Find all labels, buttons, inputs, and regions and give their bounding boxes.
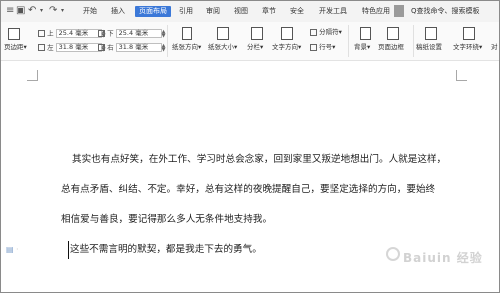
- collapse-indicator: [394, 5, 404, 17]
- search-command[interactable]: Q查找命令、搜索模板: [411, 5, 480, 17]
- separator-button[interactable]: 分隔符▾: [310, 28, 342, 37]
- background-icon[interactable]: [360, 27, 371, 40]
- orientation-icon[interactable]: [182, 27, 192, 40]
- paragraph-line-2[interactable]: 总有点矛盾、纠结、不定。幸好，总有这样的夜晚提醒自己，要坚定选择的方向，要始终: [61, 183, 435, 197]
- top-margin-input[interactable]: 25.4 毫米: [55, 29, 102, 38]
- bottom-margin-icon: [98, 30, 105, 37]
- margin-corner-top-left: [27, 70, 38, 81]
- bottom-margin-input[interactable]: 25.4 毫米: [115, 29, 162, 38]
- watermark-logo: [386, 247, 400, 261]
- top-margin-icon: [38, 30, 45, 37]
- undo-icon[interactable]: ↶: [28, 5, 36, 17]
- columns-icon[interactable]: [251, 27, 263, 40]
- tab-references[interactable]: 引用: [179, 5, 193, 17]
- draft-paper-button[interactable]: 稿纸设置: [416, 43, 442, 52]
- right-margin-input[interactable]: 31.8 毫米: [115, 43, 162, 52]
- ribbon-separator: [348, 25, 349, 57]
- columns-button[interactable]: 分栏▾: [247, 43, 263, 52]
- redo-icon[interactable]: ↷: [49, 5, 57, 17]
- right-margin-icon: [98, 44, 105, 51]
- paragraph-dots-icon: ·: [16, 245, 19, 254]
- tab-page-layout[interactable]: 页面布局: [135, 6, 171, 17]
- paragraph-line-1[interactable]: 其实也有点好笑，在外工作、学习时总会念家，回到家里又叛逆地想出门。人就是这样，: [72, 153, 446, 167]
- more-dropdown-icon[interactable]: ▾: [61, 5, 64, 17]
- page-border-button[interactable]: 页面边框: [378, 43, 404, 52]
- text-direction-button[interactable]: 文字方向▾: [272, 43, 301, 52]
- paper-size-button[interactable]: 纸张大小▾: [208, 43, 237, 52]
- paper-size-icon[interactable]: [217, 27, 229, 40]
- left-margin-input[interactable]: 31.8 毫米: [55, 43, 102, 52]
- paragraph-line-4[interactable]: 这些不需言明的默契，都是我走下去的勇气。: [70, 243, 262, 257]
- dropdown-icon[interactable]: ▾: [40, 5, 43, 17]
- line-number-button[interactable]: 行号▾: [310, 43, 335, 52]
- tab-view[interactable]: 视图: [234, 5, 248, 17]
- ribbon: 页边距▾ 上 25.4 毫米 ▲ ▼ 左 31.8 毫米 ▲ ▼ 下 25.4 毫米 ▲ ▼…: [1, 22, 499, 61]
- menu-icon[interactable]: ≡: [6, 5, 14, 17]
- tab-security[interactable]: 安全: [290, 5, 304, 17]
- window: ≡ ▣ ↶ ▾ ↷ ▾ 开始 插入 页面布局 引用 审阅 视图 章节 安全 开发…: [0, 0, 500, 293]
- text-wrap-button[interactable]: 文字环绕▾: [453, 43, 482, 52]
- line-number-icon: [310, 43, 317, 51]
- bottom-margin-field[interactable]: 下 25.4 毫米 ▲ ▼: [98, 29, 168, 39]
- page-border-icon[interactable]: [387, 27, 399, 40]
- margin-corner-top-right: [456, 70, 467, 81]
- ribbon-separator: [413, 25, 414, 57]
- tab-special[interactable]: 特色应用: [362, 5, 390, 17]
- save-icon[interactable]: ▣: [16, 5, 25, 17]
- right-margin-field[interactable]: 右 31.8 毫米 ▲ ▼: [98, 43, 168, 53]
- watermark: Baiuin 经验: [403, 251, 483, 265]
- paragraph-mark-icon: ▤: [6, 245, 14, 254]
- background-button[interactable]: 背景▾: [354, 43, 370, 52]
- paragraph-line-3[interactable]: 相信爱与善良，要记得那么多人无条件地支持我。: [61, 213, 272, 227]
- tab-developer[interactable]: 开发工具: [319, 5, 347, 17]
- tab-bar: ≡ ▣ ↶ ▾ ↷ ▾ 开始 插入 页面布局 引用 审阅 视图 章节 安全 开发…: [1, 1, 499, 22]
- margins-icon[interactable]: [8, 28, 20, 40]
- ribbon-separator: [167, 25, 168, 57]
- text-direction-icon[interactable]: [281, 27, 293, 40]
- tab-home[interactable]: 开始: [83, 5, 97, 17]
- tab-insert[interactable]: 插入: [111, 5, 125, 17]
- align-button[interactable]: 对: [491, 43, 498, 52]
- orientation-button[interactable]: 纸张方向▾: [172, 43, 201, 52]
- tab-review[interactable]: 审阅: [206, 5, 220, 17]
- margins-button[interactable]: 页边距▾: [4, 43, 27, 52]
- left-margin-icon: [38, 44, 45, 51]
- separator-icon: [310, 28, 317, 36]
- text-wrap-icon[interactable]: [463, 27, 475, 40]
- text-cursor: [68, 241, 69, 259]
- tab-chapter[interactable]: 章节: [262, 5, 276, 17]
- draft-paper-icon[interactable]: [425, 27, 437, 40]
